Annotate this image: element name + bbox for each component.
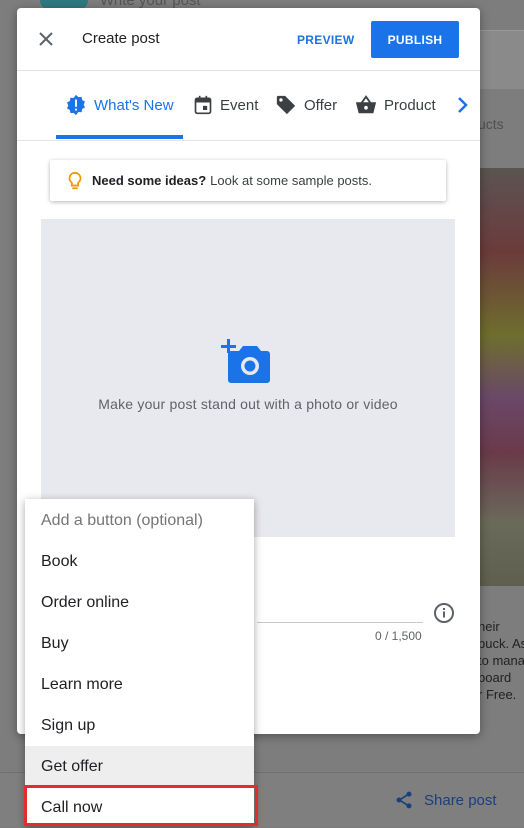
menu-item-get-offer[interactable]: Get offer	[25, 746, 254, 787]
info-icon	[434, 603, 454, 623]
active-tab-indicator	[56, 135, 183, 139]
menu-item-order-online[interactable]: Order online	[25, 582, 254, 623]
tab-label: Product	[384, 96, 436, 114]
tab-label: Event	[220, 96, 259, 114]
background-tab-label: ucts	[478, 116, 504, 132]
tab-label: What's New	[94, 96, 174, 114]
whats-new-icon	[67, 94, 85, 116]
caption-line: to mana	[478, 653, 524, 668]
tabs-next-button[interactable]	[455, 94, 471, 116]
chevron-right-icon	[458, 97, 468, 113]
share-icon	[396, 791, 412, 809]
background-photo	[480, 168, 524, 586]
ideas-text: Look at some sample posts.	[210, 173, 373, 188]
info-button[interactable]	[433, 602, 455, 629]
caption-line: board	[478, 670, 512, 685]
tab-label: Offer	[304, 96, 338, 114]
close-button[interactable]	[35, 28, 57, 50]
tab-product[interactable]: Product	[355, 92, 436, 118]
ideas-heading: Need some ideas?	[92, 173, 207, 188]
share-post-label: Share post	[424, 791, 497, 809]
tab-whats-new[interactable]: What's New	[65, 92, 174, 118]
basket-icon	[355, 95, 377, 114]
tab-offer[interactable]: Offer	[275, 92, 337, 118]
caption-line: r Free.	[478, 687, 517, 702]
menu-item-learn-more[interactable]: Learn more	[25, 664, 254, 705]
calendar-icon	[194, 95, 212, 115]
share-post-button[interactable]: Share post	[394, 790, 497, 810]
background-card	[478, 30, 524, 89]
menu-placeholder: Add a button (optional)	[41, 511, 203, 529]
tab-event[interactable]: Event	[193, 92, 258, 118]
publish-button[interactable]: PUBLISH	[371, 21, 459, 58]
dialog-header: Create post PREVIEW PUBLISH	[17, 8, 480, 71]
lightbulb-icon	[68, 171, 82, 189]
background-caption: heir buck. As to mana board r Free.	[478, 618, 524, 703]
menu-item-sign-up[interactable]: Sign up	[25, 705, 254, 746]
character-counter: 0 / 1,500	[375, 629, 422, 643]
add-photo-area[interactable]: Make your post stand out with a photo or…	[41, 219, 455, 537]
add-button-dropdown: Add a button (optional) Book Order onlin…	[25, 499, 254, 826]
post-type-tabs: What's New Event Offer Product	[17, 70, 480, 141]
add-photo-prompt: Make your post stand out with a photo or…	[98, 396, 398, 412]
caption-line: buck. As	[478, 636, 524, 651]
caption-line: heir	[478, 619, 500, 634]
add-photo-icon	[221, 339, 270, 383]
tag-icon	[276, 95, 296, 115]
menu-item-buy[interactable]: Buy	[25, 623, 254, 664]
dialog-title: Create post	[82, 30, 160, 47]
preview-button[interactable]: PREVIEW	[287, 22, 364, 58]
menu-item-call-now[interactable]: Call now	[25, 787, 254, 828]
post-ideas-banner[interactable]: Need some ideas? Look at some sample pos…	[50, 160, 446, 201]
close-icon	[39, 32, 53, 46]
menu-item-book[interactable]: Book	[25, 541, 254, 582]
description-field-underline	[257, 622, 423, 623]
